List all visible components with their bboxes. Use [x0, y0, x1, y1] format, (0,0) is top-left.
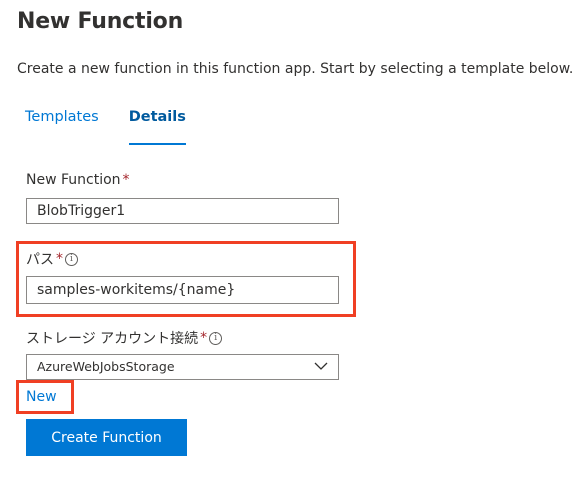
new-connection-link[interactable]: New: [26, 389, 57, 405]
function-name-label-text: New Function: [26, 172, 121, 188]
function-name-input[interactable]: [26, 198, 339, 224]
storage-connection-label: ストレージ アカウント接続 * i: [26, 328, 223, 348]
storage-connection-selected: AzureWebJobsStorage: [37, 359, 175, 374]
tab-bar: Templates Details: [25, 109, 187, 145]
tab-details[interactable]: Details: [128, 109, 187, 145]
path-label: パス * i: [26, 249, 78, 269]
info-icon[interactable]: i: [65, 252, 78, 266]
info-icon[interactable]: i: [209, 331, 223, 345]
path-input[interactable]: [26, 276, 339, 304]
tab-templates[interactable]: Templates: [25, 109, 99, 145]
page-subtitle: Create a new function in this function a…: [17, 61, 574, 77]
storage-connection-label-text: ストレージ アカウント接続: [26, 331, 199, 347]
path-label-text: パス: [26, 252, 54, 268]
required-mark: *: [200, 330, 208, 346]
function-name-label: New Function *: [26, 172, 130, 188]
chevron-down-icon: [314, 362, 328, 370]
required-mark: *: [56, 251, 63, 267]
storage-connection-dropdown[interactable]: AzureWebJobsStorage: [26, 354, 339, 380]
create-function-button[interactable]: Create Function: [26, 419, 187, 456]
required-mark: *: [122, 172, 130, 188]
page-title: New Function: [17, 9, 184, 34]
